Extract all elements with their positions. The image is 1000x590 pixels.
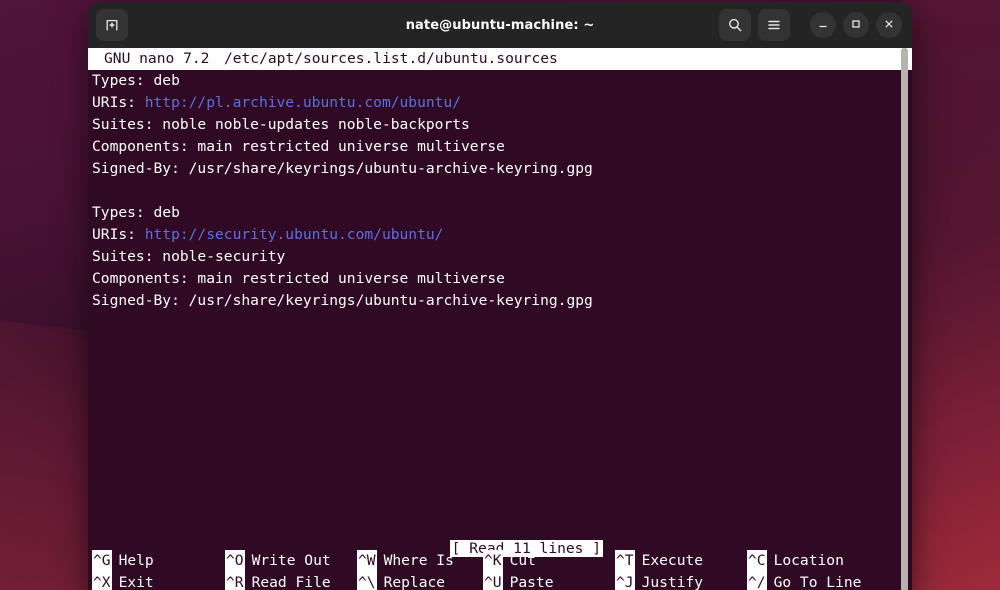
shortcut-label: Paste (509, 574, 554, 590)
nano-text-token: Types: deb (92, 72, 180, 89)
shortcut-label: Write Out (251, 552, 331, 569)
shortcut-label: Justify (641, 574, 704, 590)
shortcut-column: ^C Location ^/ Go To Line (747, 550, 887, 590)
minimize-icon (816, 16, 830, 35)
shortcut-item-where-is[interactable]: ^W Where Is (357, 550, 483, 572)
nano-text-line (92, 180, 908, 202)
search-icon (727, 17, 743, 33)
nano-text-line: Components: main restricted universe mul… (92, 268, 908, 290)
shortcut-key: ^R (225, 572, 245, 590)
shortcut-label: Read File (251, 574, 331, 590)
shortcut-key: ^J (615, 572, 635, 590)
close-button[interactable] (876, 12, 902, 38)
new-tab-icon (104, 17, 120, 33)
nano-uri-token: http://security.ubuntu.com/ubuntu/ (144, 226, 444, 243)
nano-text-token: Types: deb (92, 204, 180, 221)
nano-filename-label: /etc/apt/sources.list.d/ubuntu.sources (223, 50, 558, 67)
shortcut-key: ^T (615, 550, 635, 572)
shortcut-key: ^O (225, 550, 245, 572)
shortcut-label: Execute (641, 552, 704, 569)
shortcut-item-location[interactable]: ^C Location (747, 550, 887, 572)
shortcut-label: Replace (383, 574, 446, 590)
shortcut-key: ^G (92, 550, 112, 572)
shortcut-key: ^/ (747, 572, 767, 590)
nano-uri-token: http://pl.archive.ubuntu.com/ubuntu/ (144, 94, 462, 111)
nano-text-token: Signed-By: /usr/share/keyrings/ubuntu-ar… (92, 160, 593, 177)
nano-status-row: [ Read 11 lines ] (88, 516, 912, 557)
shortcut-column: ^W Where Is ^\ Replace (357, 550, 483, 590)
shortcut-label: Exit (118, 574, 154, 590)
nano-text-token: Suites: noble-security (92, 248, 286, 265)
shortcut-label: Cut (509, 552, 536, 569)
nano-text-line: URIs: http://pl.archive.ubuntu.com/ubunt… (92, 92, 908, 114)
shortcut-label: Location (773, 552, 844, 569)
shortcut-item-help[interactable]: ^G Help (92, 550, 225, 572)
shortcut-item-write-out[interactable]: ^O Write Out (225, 550, 357, 572)
shortcut-item-exit[interactable]: ^X Exit (92, 572, 225, 590)
shortcut-item-justify[interactable]: ^J Justify (615, 572, 747, 590)
shortcut-item-go-to-line[interactable]: ^/ Go To Line (747, 572, 887, 590)
shortcut-key: ^X (92, 572, 112, 590)
maximize-icon (849, 16, 863, 35)
shortcut-item-cut[interactable]: ^K Cut (483, 550, 615, 572)
nano-text-token: Signed-By: /usr/share/keyrings/ubuntu-ar… (92, 292, 593, 309)
nano-scrollbar[interactable] (901, 48, 908, 590)
nano-text-line: Types: deb (92, 202, 908, 224)
minimize-button[interactable] (810, 12, 836, 38)
nano-text-line: Signed-By: /usr/share/keyrings/ubuntu-ar… (92, 158, 908, 180)
nano-text-token: URIs: (92, 226, 145, 243)
shortcut-key: ^U (483, 572, 503, 590)
shortcut-key: ^C (747, 550, 767, 572)
shortcut-item-replace[interactable]: ^\ Replace (357, 572, 483, 590)
nano-text-line: URIs: http://security.ubuntu.com/ubuntu/ (92, 224, 908, 246)
shortcut-label: Go To Line (773, 574, 862, 590)
nano-text-line: Types: deb (92, 70, 908, 92)
maximize-button[interactable] (843, 12, 869, 38)
shortcut-column: ^K Cut ^U Paste (483, 550, 615, 590)
window-titlebar[interactable]: nate@ubuntu-machine: ~ (88, 2, 912, 48)
hamburger-menu-icon (766, 17, 782, 33)
shortcut-key: ^W (357, 550, 377, 572)
nano-shortcut-bar: ^G Help ^X Exit ^O Write Out ^R Read File ^W Wher… (88, 550, 912, 590)
new-tab-button[interactable] (96, 9, 128, 41)
shortcut-item-read-file[interactable]: ^R Read File (225, 572, 357, 590)
shortcut-column: ^O Write Out ^R Read File (225, 550, 357, 590)
nano-text-token: Components: main restricted universe mul… (92, 138, 505, 155)
terminal-window: nate@ubuntu-machine: ~ GNU nano 7.2 /etc… (88, 2, 912, 590)
shortcut-item-paste[interactable]: ^U Paste (483, 572, 615, 590)
nano-scrollbar-thumb[interactable] (901, 48, 908, 590)
shortcut-column: ^T Execute ^J Justify (615, 550, 747, 590)
nano-version-label: GNU nano 7.2 (104, 50, 210, 67)
nano-text-token: Components: main restricted universe mul… (92, 270, 505, 287)
shortcut-key: ^\ (357, 572, 377, 590)
nano-text-area[interactable]: Types: deb URIs: http://pl.archive.ubuntu… (88, 70, 912, 312)
menu-button[interactable] (758, 9, 790, 41)
shortcut-column: ^G Help ^X Exit (92, 550, 225, 590)
search-button[interactable] (719, 9, 751, 41)
nano-text-line: Signed-By: /usr/share/keyrings/ubuntu-ar… (92, 290, 908, 312)
shortcut-key: ^K (483, 550, 503, 572)
shortcut-label: Where Is (383, 552, 454, 569)
nano-text-token: URIs: (92, 94, 145, 111)
nano-editor[interactable]: GNU nano 7.2 /etc/apt/sources.list.d/ubu… (88, 48, 912, 590)
close-icon (882, 16, 896, 35)
nano-text-line: Suites: noble-security (92, 246, 908, 268)
nano-header-bar: GNU nano 7.2 /etc/apt/sources.list.d/ubu… (88, 48, 912, 70)
nano-text-token: Suites: noble noble-updates noble-backpo… (92, 116, 470, 133)
shortcut-label: Help (118, 552, 154, 569)
shortcut-item-execute[interactable]: ^T Execute (615, 550, 747, 572)
nano-text-line: Suites: noble noble-updates noble-backpo… (92, 114, 908, 136)
window-controls (719, 9, 902, 41)
nano-text-line: Components: main restricted universe mul… (92, 136, 908, 158)
